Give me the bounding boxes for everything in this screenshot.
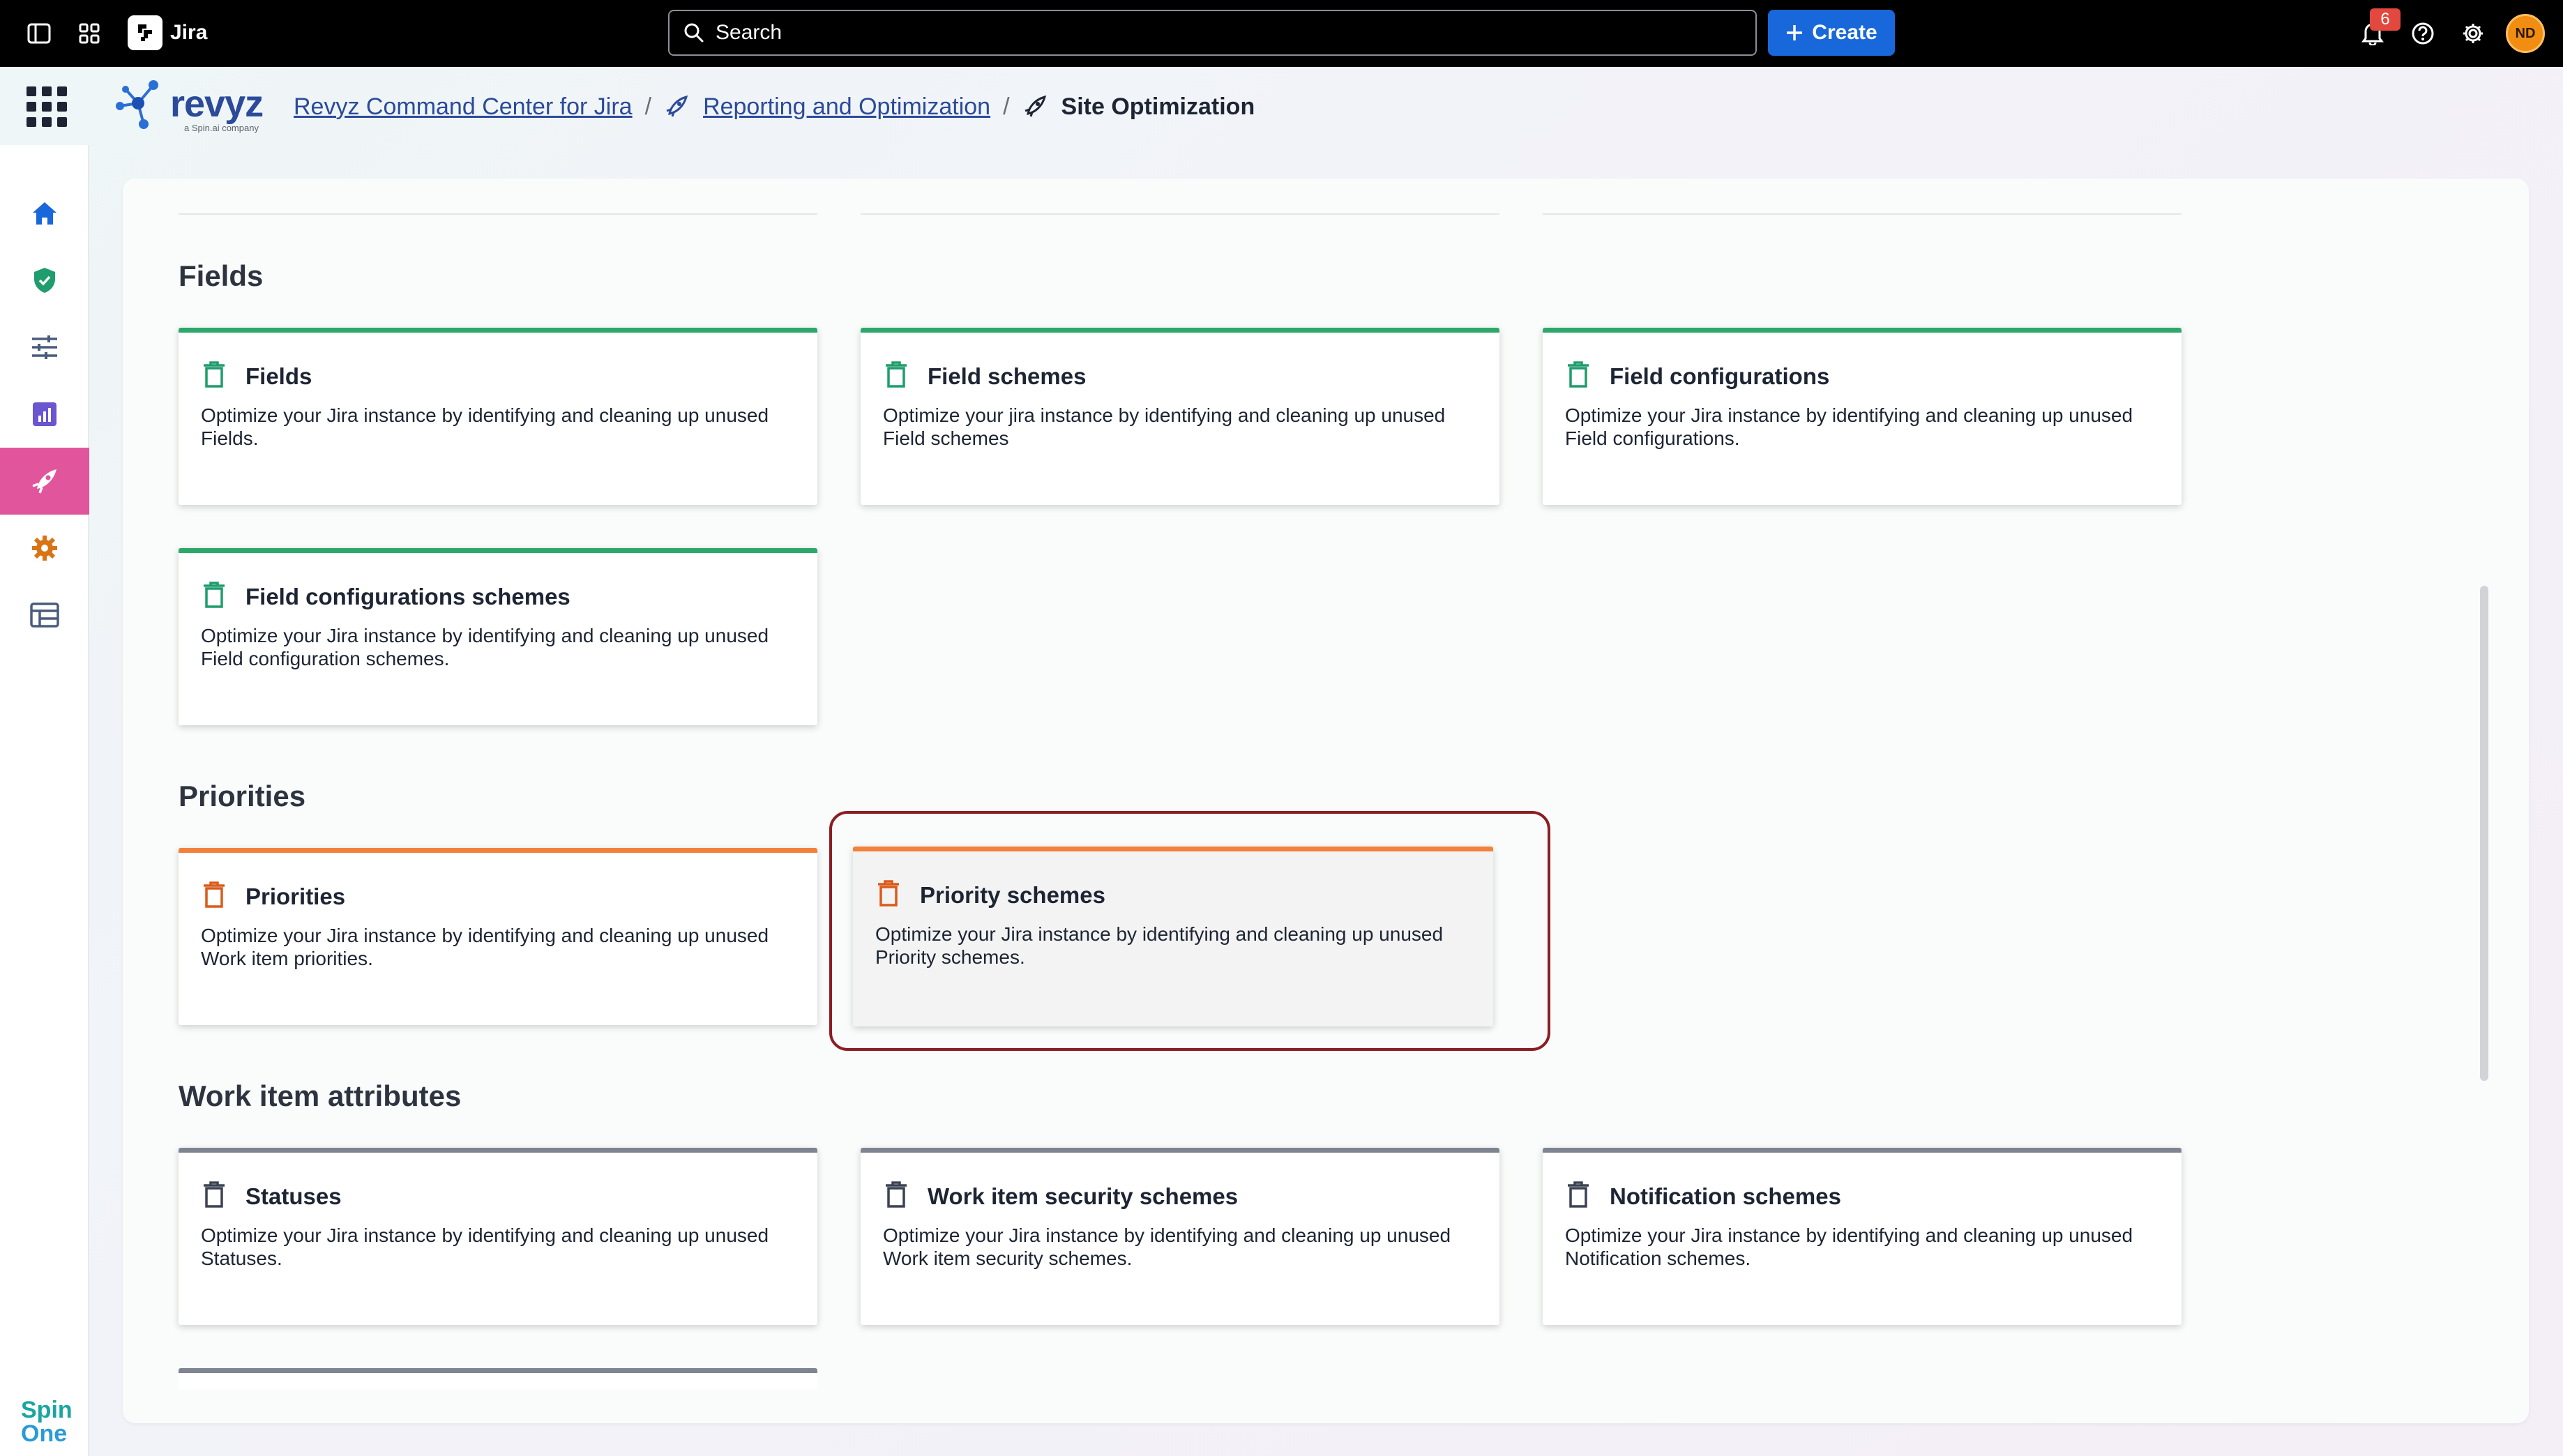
rocket-icon <box>32 469 56 494</box>
table-layout-icon <box>30 602 59 628</box>
card-field-configurations[interactable]: Field configurations Optimize your Jira … <box>1543 328 2182 505</box>
sidebar-item-table[interactable] <box>0 582 89 649</box>
create-button[interactable]: Create <box>1768 10 1895 56</box>
card-edge <box>179 213 817 215</box>
revyz-wordmark: revyz <box>170 83 264 125</box>
user-avatar[interactable]: ND <box>2506 14 2545 53</box>
app-name[interactable]: Jira <box>170 21 207 45</box>
rocket-icon <box>1022 94 1048 119</box>
section-title-fields: Fields <box>179 259 264 292</box>
notification-count-badge: 6 <box>2370 8 2401 31</box>
trash-icon <box>204 1181 225 1208</box>
card-work-item-security-schemes[interactable]: Work item security schemes Optimize your… <box>861 1148 1499 1325</box>
card-description: Optimize your Jira instance by identifyi… <box>883 1224 1451 1269</box>
shield-check-icon <box>34 268 55 293</box>
card-description: Optimize your Jira instance by identifyi… <box>201 925 769 969</box>
sidebar-toggle-icon[interactable] <box>24 18 54 49</box>
settings-gear-icon[interactable] <box>2458 18 2488 49</box>
app-switcher-icon[interactable] <box>74 18 105 49</box>
sidebar-item-settings[interactable] <box>0 515 89 582</box>
breadcrumb-site-optimization: Site Optimization <box>1061 93 1255 120</box>
plus-icon <box>1787 25 1803 40</box>
card-description: Optimize your Jira instance by identifyi… <box>201 625 769 669</box>
trash-icon <box>204 582 225 608</box>
rocket-icon <box>664 94 689 119</box>
jira-logo-icon[interactable] <box>128 15 162 50</box>
search-input[interactable]: Search <box>668 10 1757 56</box>
card-title: Work item security schemes <box>928 1183 1239 1209</box>
main-content-panel: Fields Fields Optimize your Jira instanc… <box>123 179 2529 1423</box>
sidebar-item-controls[interactable] <box>0 314 89 381</box>
section-title-priorities: Priorities <box>179 780 306 812</box>
panel-bottom-fade <box>123 1389 2529 1423</box>
sidebar-item-home[interactable] <box>0 180 89 247</box>
help-icon[interactable] <box>2407 18 2438 49</box>
search-placeholder: Search <box>716 21 782 44</box>
sidebar-item-security[interactable] <box>0 247 89 314</box>
card-description: Optimize your Jira instance by identifyi… <box>201 1224 769 1269</box>
card-title: Notification schemes <box>1610 1183 1841 1209</box>
card-description: Optimize your Jira instance by identifyi… <box>1565 1224 2133 1269</box>
top-navigation-bar: Jira Search Create 6 ND <box>0 0 2563 67</box>
home-icon <box>33 202 56 225</box>
card-description: Optimize your jira instance by identifyi… <box>883 404 1446 449</box>
trash-icon <box>886 1181 907 1208</box>
card-title: Field configurations schemes <box>245 584 570 609</box>
card-priorities[interactable]: Priorities Optimize your Jira instance b… <box>179 848 817 1025</box>
sidebar-item-reports[interactable] <box>0 381 89 448</box>
card-edge <box>861 213 1499 215</box>
card-notification-schemes[interactable]: Notification schemes Optimize your Jira … <box>1543 1148 2182 1325</box>
card-description: Optimize your Jira instance by identifyi… <box>201 404 769 449</box>
breadcrumb-separator: / <box>644 93 652 120</box>
breadcrumb: Revyz Command Center for Jira / Reportin… <box>294 91 1255 123</box>
spinone-logo: Spin One <box>21 1398 73 1446</box>
spinone-logo-line1: Spin <box>21 1397 73 1423</box>
app-menu-grid-icon[interactable] <box>27 86 67 127</box>
trash-icon <box>886 361 907 388</box>
card-edge <box>1543 213 2182 215</box>
revyz-tagline: a Spin.ai company <box>184 123 259 133</box>
create-label: Create <box>1812 21 1877 44</box>
trash-icon <box>1568 1181 1589 1208</box>
card-title: Fields <box>245 363 312 389</box>
card-statuses[interactable]: Statuses Optimize your Jira instance by … <box>179 1148 817 1325</box>
breadcrumb-command-center[interactable]: Revyz Command Center for Jira <box>294 93 633 121</box>
search-icon <box>684 23 704 43</box>
card-title: Field configurations <box>1610 363 1830 389</box>
revyz-network-icon <box>116 80 158 129</box>
left-sidebar <box>0 145 89 1456</box>
section-title-work-item-attributes: Work item attributes <box>179 1079 462 1112</box>
spinone-logo-line2: One <box>21 1420 68 1447</box>
trash-icon <box>204 881 225 908</box>
breadcrumb-reporting-optimization[interactable]: Reporting and Optimization <box>703 93 990 121</box>
breadcrumb-separator: / <box>1003 93 1010 120</box>
trash-icon <box>1568 361 1589 388</box>
highlight-outline <box>829 811 1550 1051</box>
card-field-configuration-schemes[interactable]: Field configurations schemes Optimize yo… <box>179 548 817 725</box>
trash-icon <box>204 361 225 388</box>
gear-icon <box>32 536 57 561</box>
scrollbar-thumb[interactable] <box>2480 586 2488 1081</box>
card-fields[interactable]: Fields Optimize your Jira instance by id… <box>179 328 817 505</box>
card-field-schemes[interactable]: Field schemes Optimize your jira instanc… <box>861 328 1499 505</box>
card-description: Optimize your Jira instance by identifyi… <box>1565 404 2133 449</box>
sidebar-item-optimization[interactable] <box>0 448 89 515</box>
card-title: Field schemes <box>928 363 1087 389</box>
card-title: Statuses <box>245 1183 342 1209</box>
card-title: Priorities <box>245 884 346 909</box>
report-chart-icon <box>33 402 56 426</box>
sliders-icon <box>32 335 57 359</box>
